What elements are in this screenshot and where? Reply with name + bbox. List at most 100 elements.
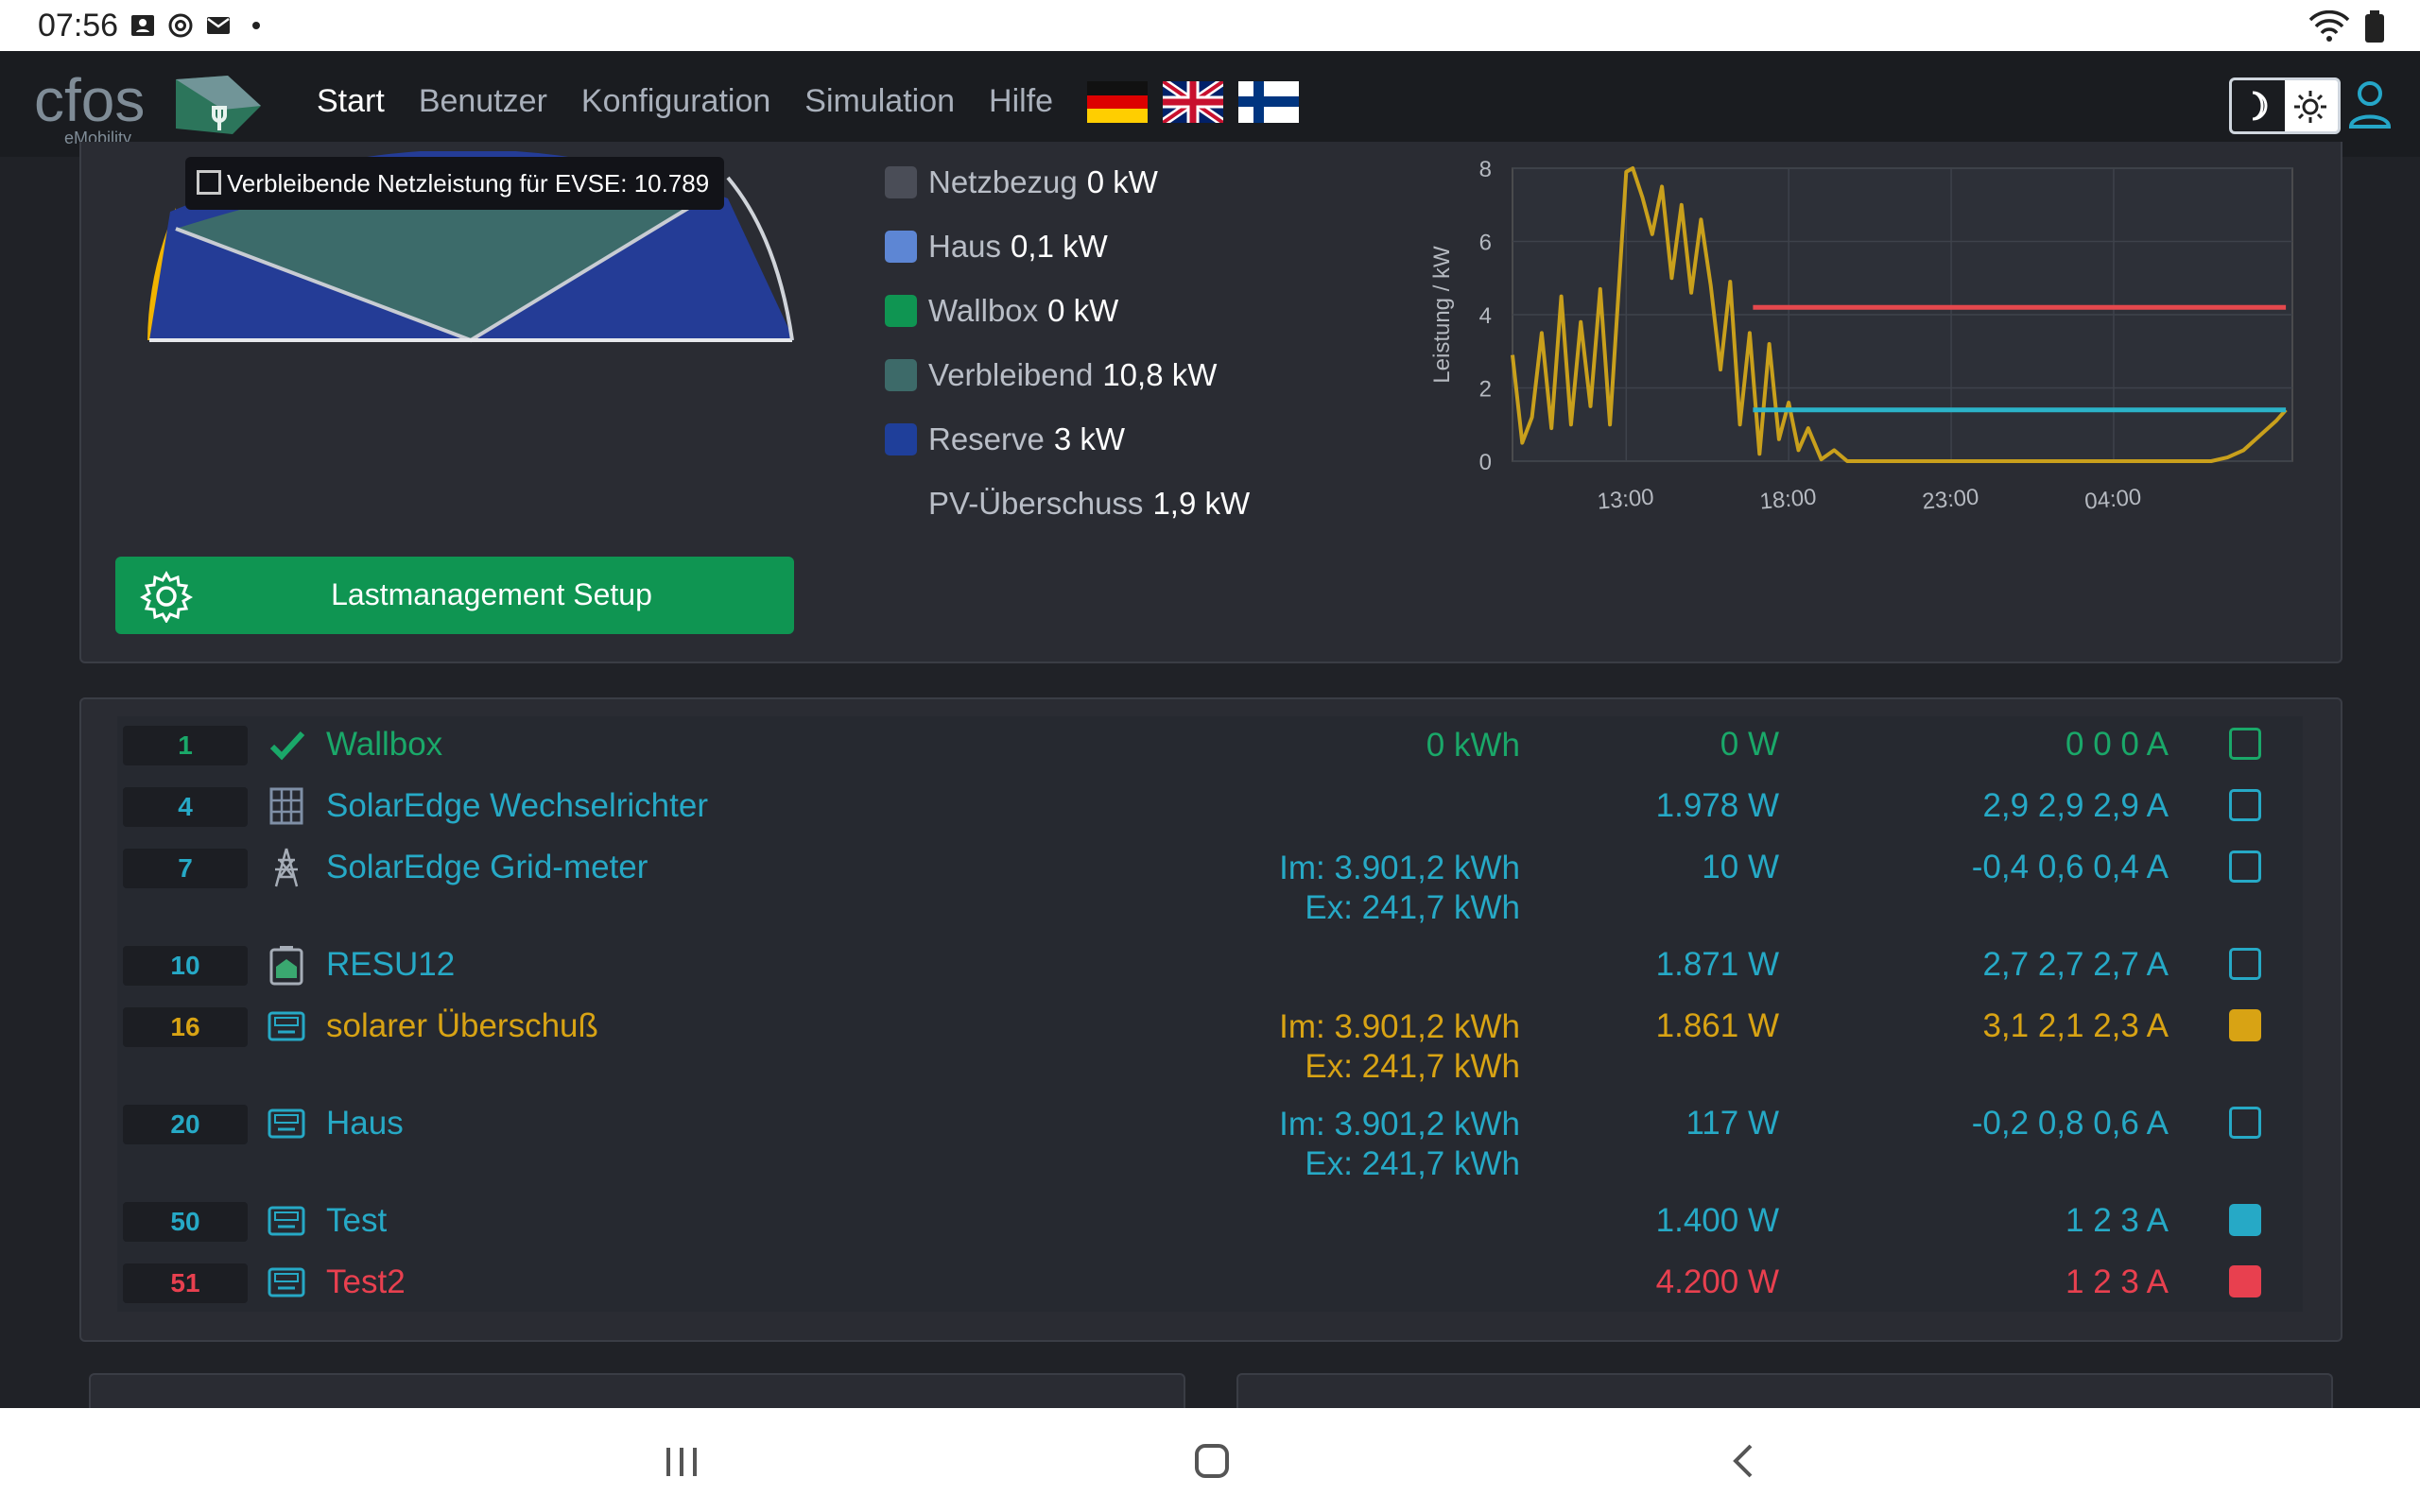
x-tick-label: 18:00: [1758, 484, 1817, 514]
legend-label: Reserve: [928, 421, 1045, 456]
device-power: 117 W: [1685, 1105, 1779, 1142]
battery-icon: [2365, 10, 2384, 43]
device-checkbox[interactable]: [2229, 789, 2261, 821]
dot-icon: [252, 22, 260, 29]
nav-benutzer[interactable]: Benutzer: [419, 83, 547, 120]
device-checkbox[interactable]: [2229, 1009, 2261, 1041]
legend-value: 1,9 kW: [1152, 486, 1251, 521]
device-energy: Ex: 241,7 kWh: [1305, 1048, 1520, 1085]
device-power: 1.861 W: [1655, 1007, 1779, 1044]
legend-reserve: Reserve 3 kW: [885, 416, 1125, 463]
device-name[interactable]: SolarEdge Wechselrichter: [326, 787, 708, 825]
device-name[interactable]: RESU12: [326, 946, 455, 984]
x-tick-label: 13:00: [1597, 484, 1655, 514]
legend-wallbox: Wallbox 0 kW: [885, 287, 1118, 335]
y-tick-label: 8: [1479, 157, 1492, 182]
flag-fi-icon[interactable]: [1238, 81, 1299, 123]
status-time: 07:56: [38, 8, 119, 43]
legend-label: Verbleibend: [928, 357, 1094, 392]
meter-icon: [268, 1267, 305, 1297]
y-tick-label: 2: [1479, 377, 1492, 403]
device-id[interactable]: 16: [123, 1007, 248, 1047]
mail-icon: [207, 17, 230, 34]
device-id[interactable]: 50: [123, 1202, 248, 1242]
device-power: 4.200 W: [1655, 1263, 1779, 1300]
legend-swatch: [885, 359, 917, 391]
x-tick-label: 04:00: [2083, 484, 2142, 514]
status-bar: 07:56: [0, 0, 2420, 51]
device-name[interactable]: Wallbox: [326, 726, 442, 764]
logo-text: cfos: [34, 66, 145, 134]
contact-icon: [131, 15, 154, 36]
y-tick-label: 6: [1479, 231, 1492, 256]
legend-swatch: [885, 423, 917, 455]
flag-uk-icon[interactable]: [1163, 81, 1223, 123]
device-id[interactable]: 1: [123, 726, 248, 765]
device-energy: 0 kWh: [1426, 727, 1520, 764]
device-checkbox[interactable]: [2229, 1107, 2261, 1139]
device-current: 2,7 2,7 2,7 A: [1982, 946, 2169, 983]
flag-de-icon[interactable]: [1087, 81, 1148, 123]
home-icon[interactable]: [1184, 1433, 1240, 1489]
main-nav: Start Benutzer Konfiguration Simulation …: [317, 83, 1053, 120]
device-id[interactable]: 10: [123, 946, 248, 986]
device-current: 3,1 2,1 2,3 A: [1982, 1007, 2169, 1044]
device-id[interactable]: 51: [123, 1263, 248, 1303]
device-name[interactable]: Haus: [326, 1105, 404, 1143]
device-checkbox[interactable]: [2229, 850, 2261, 883]
legend-verbleibend: Verbleibend 10,8 kW: [885, 352, 1217, 399]
nav-hilfe[interactable]: Hilfe: [989, 83, 1053, 120]
meter-icon: [268, 1206, 305, 1236]
cfos-logo[interactable]: cfos eMobility: [34, 62, 261, 147]
device-energy-block: Im: 3.901,2 kWh Ex: 241,7 kWh: [1279, 849, 1520, 928]
device-energy-block: 0 kWh: [1426, 726, 1520, 765]
battery-storage-icon: [269, 946, 303, 986]
user-icon[interactable]: [2346, 79, 2394, 130]
device-name[interactable]: Test: [326, 1202, 387, 1240]
legend-label: Netzbezug: [928, 164, 1078, 199]
device-current: 0 0 0 A: [2066, 726, 2169, 763]
device-power: 0 W: [1720, 726, 1779, 763]
device-power: 1.978 W: [1655, 787, 1779, 824]
device-id[interactable]: 4: [123, 787, 248, 827]
meter-icon: [268, 1108, 305, 1139]
legend-value: 3 kW: [1053, 421, 1126, 456]
device-energy: Im: 3.901,2 kWh: [1279, 850, 1520, 886]
device-checkbox[interactable]: [2229, 1204, 2261, 1236]
legend-value: 10,8 kW: [1102, 357, 1218, 392]
device-current: -0,2 0,8 0,6 A: [1971, 1105, 2169, 1142]
moon-icon: [2252, 91, 2268, 121]
device-name[interactable]: SolarEdge Grid-meter: [326, 849, 648, 886]
device-name[interactable]: solarer Überschuß: [326, 1007, 598, 1045]
device-current: 2,9 2,9 2,9 A: [1982, 787, 2169, 824]
nav-start[interactable]: Start: [317, 83, 385, 120]
lastmanagement-setup-button[interactable]: Lastmanagement Setup: [115, 557, 794, 634]
recent-apps-icon[interactable]: [653, 1433, 710, 1489]
legend-label: Haus: [928, 229, 1002, 264]
device-checkbox[interactable]: [2229, 948, 2261, 980]
device-checkbox[interactable]: [2229, 1265, 2261, 1297]
device-energy: Im: 3.901,2 kWh: [1279, 1008, 1520, 1045]
device-id[interactable]: 20: [123, 1105, 248, 1144]
y-tick-label: 4: [1479, 303, 1492, 329]
at-icon: [168, 13, 193, 38]
legend-value: 0 kW: [1047, 293, 1119, 328]
theme-toggle[interactable]: [2229, 77, 2341, 134]
check-icon: [269, 730, 305, 761]
device-name[interactable]: Test2: [326, 1263, 406, 1301]
gauge-tooltip: Verbleibende Netzleistung für EVSE: 10.7…: [185, 157, 724, 210]
power-pylon-icon: [274, 848, 299, 887]
legend-netzbezug: Netzbezug 0 kW: [885, 159, 1158, 206]
y-axis-label: Leistung / kW: [1429, 246, 1455, 384]
legend-haus: Haus 0,1 kW: [885, 223, 1108, 270]
device-id[interactable]: 7: [123, 849, 248, 888]
wifi-icon: [2308, 10, 2350, 42]
back-icon[interactable]: [1717, 1433, 1773, 1489]
nav-konfiguration[interactable]: Konfiguration: [581, 83, 770, 120]
nav-simulation[interactable]: Simulation: [804, 83, 955, 120]
device-energy: Ex: 241,7 kWh: [1305, 889, 1520, 926]
solar-panel-icon: [269, 787, 303, 825]
device-power: 1.871 W: [1655, 946, 1779, 983]
device-current: 1 2 3 A: [2066, 1263, 2169, 1300]
device-checkbox[interactable]: [2229, 728, 2261, 760]
